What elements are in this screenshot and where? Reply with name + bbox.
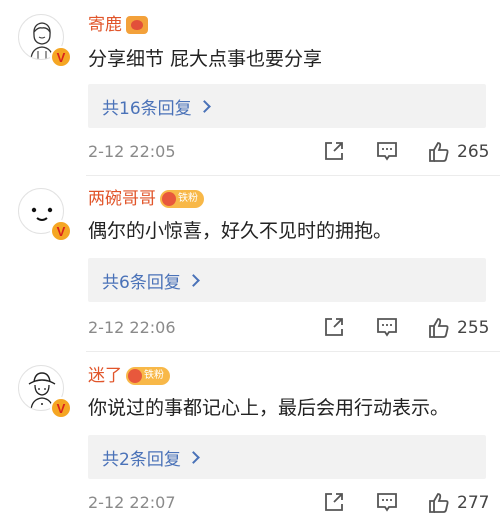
username[interactable]: 两碗哥哥: [88, 188, 156, 210]
share-icon: [325, 493, 343, 511]
like-button[interactable]: 265: [427, 139, 489, 165]
timestamp: 2-12 22:05: [88, 142, 176, 161]
share-button[interactable]: [322, 315, 346, 339]
chevron-right-icon: [186, 451, 200, 464]
comment-item: V 寄鹿 分享细节 屁大点事也要分享 共16条回复 2-12 22:05 265: [0, 14, 500, 174]
view-replies-button[interactable]: 共2条回复: [88, 435, 486, 479]
comment-button[interactable]: [375, 139, 399, 163]
timestamp: 2-12 22:06: [88, 318, 176, 337]
comment-icon: [377, 142, 397, 161]
comment-item: V 两碗哥哥 铁粉 偶尔的小惊喜，好久不见时的拥抱。 共6条回复 2-12 22…: [0, 188, 500, 348]
fan-badge: 铁粉: [126, 367, 170, 385]
avatar[interactable]: V: [18, 14, 72, 68]
like-button[interactable]: 277: [427, 490, 489, 516]
view-replies-button[interactable]: 共16条回复: [88, 84, 486, 128]
avatar[interactable]: V: [18, 365, 72, 419]
divider: [86, 351, 500, 352]
like-count: 265: [457, 142, 490, 162]
reply-count-label: 共6条回复: [102, 272, 181, 293]
like-button[interactable]: 255: [427, 315, 489, 341]
username[interactable]: 迷了: [88, 365, 122, 387]
reply-count-label: 共16条回复: [102, 98, 192, 119]
comment-icon: [377, 318, 397, 337]
like-count: 255: [457, 318, 490, 338]
reply-count-label: 共2条回复: [102, 449, 181, 470]
comment-icon: [377, 493, 397, 512]
share-button[interactable]: [322, 490, 346, 514]
verified-badge-icon: V: [50, 46, 72, 68]
comment-button[interactable]: [375, 315, 399, 339]
comment-button[interactable]: [375, 490, 399, 514]
thumbs-up-icon: [429, 142, 449, 162]
like-count: 277: [457, 493, 490, 513]
view-replies-button[interactable]: 共6条回复: [88, 258, 486, 302]
share-button[interactable]: [322, 139, 346, 163]
fan-badge-label: 铁粉: [144, 370, 164, 381]
comment-item: V 迷了 铁粉 你说过的事都记心上，最后会用行动表示。 共2条回复 2-12 2…: [0, 365, 500, 525]
verified-badge-icon: V: [50, 220, 72, 242]
divider: [86, 175, 500, 176]
share-icon: [325, 318, 343, 336]
member-badge-icon: [126, 16, 148, 34]
comment-text: 分享细节 屁大点事也要分享: [88, 48, 323, 70]
share-icon: [325, 142, 343, 160]
username[interactable]: 寄鹿: [88, 14, 122, 36]
verified-badge-icon: V: [50, 397, 72, 419]
heart-icon: [128, 369, 142, 383]
comment-text: 你说过的事都记心上，最后会用行动表示。: [88, 397, 450, 419]
fan-badge-label: 铁粉: [178, 193, 198, 204]
thumbs-up-icon: [429, 493, 449, 513]
thumbs-up-icon: [429, 318, 449, 338]
avatar[interactable]: V: [18, 188, 72, 242]
heart-icon: [162, 192, 176, 206]
chevron-right-icon: [186, 274, 200, 287]
timestamp: 2-12 22:07: [88, 493, 176, 512]
fan-badge: 铁粉: [160, 190, 204, 208]
comment-text: 偶尔的小惊喜，好久不见时的拥抱。: [88, 220, 393, 242]
chevron-right-icon: [197, 100, 211, 113]
